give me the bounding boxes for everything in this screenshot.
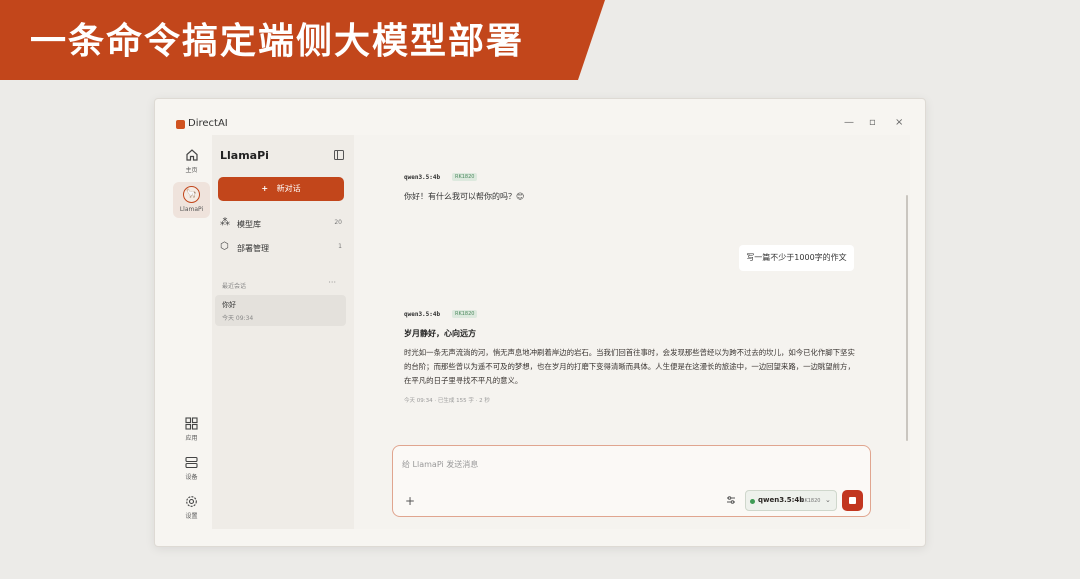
model-select-dropdown[interactable]: qwen3.5:4b RK1820 ⌄ xyxy=(745,490,837,511)
llama-avatar-icon: 🦙 xyxy=(183,186,200,203)
sidebar-panel: LlamaPi + 新对话 ⁂ 模型库 20 ⬡ 部署管理 1 最近会话 ···… xyxy=(212,135,354,529)
rail-llamapi-label: LlamaPi xyxy=(179,206,204,213)
answer-body: 时光如一条无声流淌的河，悄无声息地冲刷着岸边的岩石。当我们回首往事时，会发现那些… xyxy=(404,348,855,385)
home-icon xyxy=(185,149,198,161)
box-icon: ⬡ xyxy=(220,241,229,252)
answer-title: 岁月静好，心向远方 xyxy=(404,329,476,338)
chat-area: qwen3.5:4b RK1820 你好！有什么我可以帮你的吗？😊 写一篇不少于… xyxy=(354,135,910,529)
title-banner: 一条命令搞定端侧大模型部署 xyxy=(0,0,605,80)
app-name: DirectAI xyxy=(188,118,228,129)
cubes-icon: ⁂ xyxy=(220,217,230,228)
rail-settings-label: 设置 xyxy=(185,513,198,520)
message-input-box[interactable]: 给 LlamaPi 发送消息 + qwen3.5:4b RK1820 ⌄ xyxy=(392,445,871,517)
message-model-tag: qwen3.5:4b xyxy=(404,311,441,318)
sidebar-item-count: 20 xyxy=(334,219,342,226)
sidebar-item-label: 部署管理 xyxy=(237,244,269,253)
selected-model-name: qwen3.5:4b xyxy=(758,496,805,504)
panel-title: LlamaPi xyxy=(220,149,269,162)
apps-grid-icon xyxy=(185,417,198,430)
conversation-title: 你好 xyxy=(222,301,236,309)
sidebar-item-model-library[interactable]: ⁂ 模型库 20 xyxy=(220,217,342,233)
title-bar: DirectAI — ▫ × xyxy=(155,99,925,135)
selected-model-chip: RK1820 xyxy=(801,498,821,504)
assistant-message-text: 你好！有什么我可以帮你的吗？😊 xyxy=(404,192,525,201)
tune-settings-icon[interactable] xyxy=(726,495,736,508)
more-options-button[interactable]: ··· xyxy=(328,278,336,287)
status-dot-icon xyxy=(750,499,755,504)
rail-apps[interactable]: 应用 xyxy=(173,417,210,442)
sidebar-toggle-icon[interactable] xyxy=(334,150,344,163)
sidebar-item-label: 模型库 xyxy=(237,220,261,229)
new-chat-label: 新对话 xyxy=(276,184,301,193)
rail-apps-label: 应用 xyxy=(185,435,198,442)
gear-icon xyxy=(186,496,197,507)
rail-home[interactable]: 主页 xyxy=(173,148,210,174)
plus-icon: + xyxy=(261,184,269,193)
stop-icon xyxy=(849,497,856,504)
sidebar-item-deployment[interactable]: ⬡ 部署管理 1 xyxy=(220,241,342,257)
scrollbar[interactable] xyxy=(906,195,908,441)
rail-devices-label: 设备 xyxy=(185,474,198,481)
add-attachment-button[interactable]: + xyxy=(405,494,415,508)
stop-generation-button[interactable] xyxy=(842,490,863,511)
rail-llamapi[interactable]: 🦙 LlamaPi xyxy=(173,182,210,218)
message-model-tag: qwen3.5:4b xyxy=(404,174,441,181)
list-item[interactable]: 你好 今天 09:34 xyxy=(215,295,346,326)
sidebar-item-count: 1 xyxy=(338,243,342,250)
chevron-down-icon: ⌄ xyxy=(825,496,831,504)
rail-devices[interactable]: 设备 xyxy=(173,456,210,481)
rail-home-label: 主页 xyxy=(185,167,198,174)
message-input[interactable]: 给 LlamaPi 发送消息 xyxy=(402,459,478,470)
server-icon xyxy=(185,456,198,469)
new-chat-button[interactable]: + 新对话 xyxy=(218,177,344,201)
app-logo-icon xyxy=(176,120,185,129)
icon-rail: 主页 🦙 LlamaPi 应用 设备 设置 xyxy=(173,136,210,530)
recent-section-label: 最近会话 xyxy=(222,283,247,290)
conversation-time: 今天 09:34 xyxy=(222,315,254,322)
device-chip-badge: RK1820 xyxy=(452,173,478,181)
banner-title: 一条命令搞定端侧大模型部署 xyxy=(30,21,525,62)
maximize-button[interactable]: ▫ xyxy=(869,117,876,128)
rail-settings[interactable]: 设置 xyxy=(173,495,210,520)
close-button[interactable]: × xyxy=(895,117,903,128)
message-meta: 今天 09:34 · 已生成 155 字 · 2 秒 xyxy=(404,398,490,404)
device-chip-badge: RK1820 xyxy=(452,310,478,318)
minimize-button[interactable]: — xyxy=(844,117,854,128)
app-window: DirectAI — ▫ × 主页 🦙 LlamaPi 应用 设备 设置 Lla… xyxy=(154,98,926,547)
user-message-bubble: 写一篇不少于1000字的作文 xyxy=(739,245,854,271)
